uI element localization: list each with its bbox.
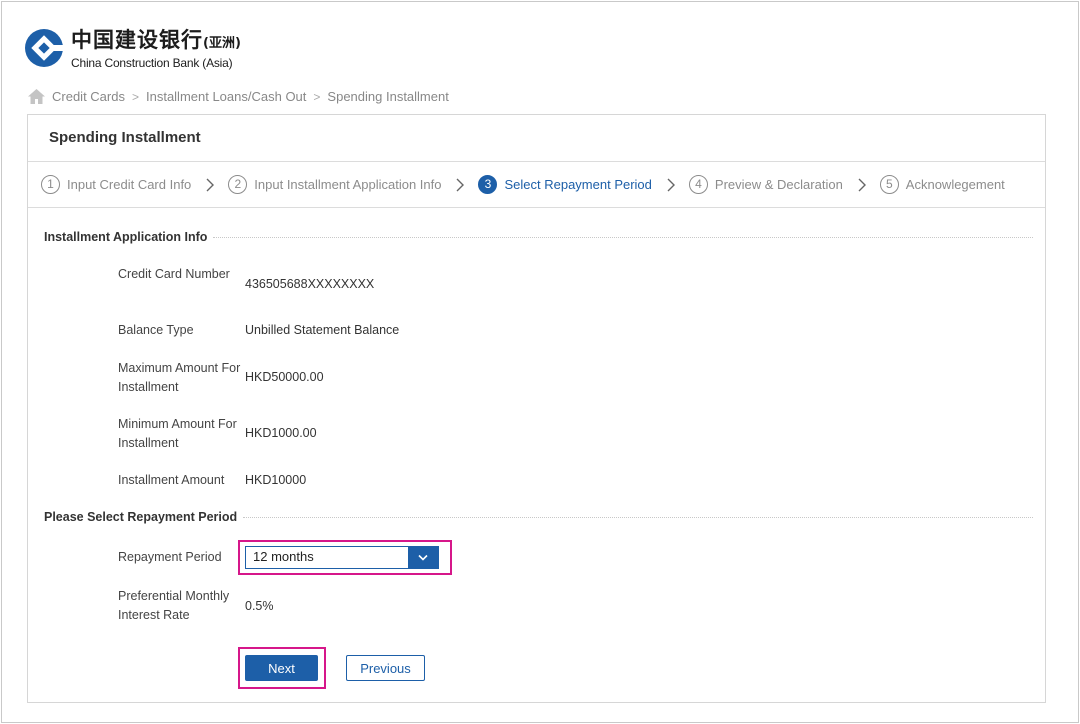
chevron-down-icon [418, 554, 428, 561]
bank-logo[interactable]: 中国建设银行(亚洲) China Construction Bank (Asia… [25, 29, 241, 70]
credit-card-number-value: 436505688XXXXXXXX [245, 277, 375, 291]
minimum-amount-value: HKD1000.00 [245, 426, 317, 440]
chevron-right-icon [667, 178, 675, 191]
panel-title: Spending Installment [28, 115, 1045, 162]
breadcrumb-separator: > [131, 89, 139, 104]
breadcrumb-installment-loans[interactable]: Installment Loans/Cash Out [146, 89, 306, 104]
balance-type-label: Balance Type [118, 323, 194, 337]
previous-button[interactable]: Previous [346, 655, 425, 681]
step-number: 1 [41, 175, 60, 194]
repayment-period-selected-value[interactable]: 12 months [246, 547, 408, 568]
balance-type-value: Unbilled Statement Balance [245, 323, 400, 337]
step-label: Preview & Declaration [714, 177, 843, 192]
maximum-amount-value: HKD50000.00 [245, 370, 324, 384]
breadcrumb-credit-cards[interactable]: Credit Cards [52, 89, 125, 104]
breadcrumb-spending-installment: Spending Installment [327, 89, 449, 104]
credit-card-number-label: Credit Card Number [118, 267, 230, 281]
step-number: 3 [478, 175, 498, 194]
installment-amount-value: HKD10000 [245, 473, 307, 487]
dropdown-toggle[interactable] [408, 547, 438, 568]
installment-amount-label: Installment Amount [118, 473, 225, 487]
bank-name-cn-suffix: (亚洲) [203, 36, 241, 51]
repayment-period-label: Repayment Period [118, 550, 222, 564]
minimum-amount-label: Minimum Amount For Installment [118, 417, 237, 450]
chevron-right-icon [858, 178, 866, 191]
breadcrumb-separator: > [313, 89, 321, 104]
step-label: Input Credit Card Info [67, 177, 192, 192]
interest-rate-label: Preferential Monthly Interest Rate [118, 589, 230, 622]
step-4: 4 Preview & Declaration [688, 175, 843, 194]
interest-rate-value: 0.5% [245, 599, 274, 613]
maximum-amount-label: Maximum Amount For Installment [118, 361, 241, 394]
step-1: 1 Input Credit Card Info [41, 175, 191, 194]
repayment-period-select[interactable]: 12 months [245, 546, 439, 569]
step-2: 2 Input Installment Application Info [228, 175, 441, 194]
chevron-right-icon [206, 178, 215, 191]
step-number: 2 [228, 175, 248, 194]
repayment-period-heading: Please Select Repayment Period [44, 510, 1033, 524]
chevron-right-icon [456, 178, 465, 191]
step-label: Input Installment Application Info [254, 177, 442, 192]
section-heading-text: Installment Application Info [44, 230, 208, 244]
step-3: 3 Select Repayment Period [478, 175, 652, 194]
step-label: Select Repayment Period [504, 177, 652, 192]
spending-installment-panel: Spending Installment 1 Input Credit Card… [27, 114, 1046, 703]
section-heading-text: Please Select Repayment Period [44, 510, 238, 524]
ccb-logo-icon [25, 29, 63, 67]
home-icon[interactable] [27, 88, 46, 105]
bank-name-en: China Construction Bank (Asia) [71, 56, 233, 70]
step-5: 5 Acknowlegement [879, 175, 1005, 194]
next-button[interactable]: Next [245, 655, 318, 681]
application-info-heading: Installment Application Info [44, 230, 1033, 244]
step-number: 4 [688, 175, 708, 194]
step-number: 5 [879, 175, 899, 194]
progress-steps: 1 Input Credit Card Info 2 Input Install… [28, 162, 1045, 208]
step-label: Acknowlegement [905, 177, 1005, 192]
bank-name-cn: 中国建设银行(亚洲) [71, 28, 241, 52]
breadcrumb: Credit Cards > Installment Loans/Cash Ou… [27, 88, 449, 105]
